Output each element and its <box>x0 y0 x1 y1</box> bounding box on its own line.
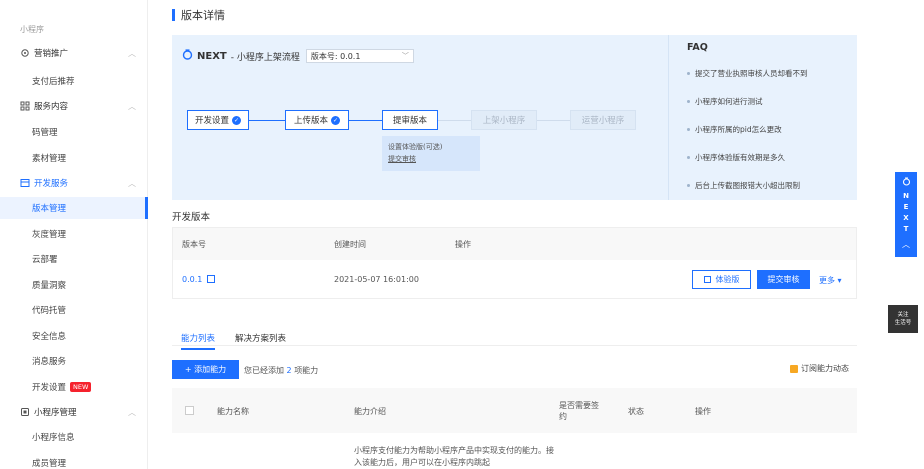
faq-panel: FAQ 提交了营业执照审核人员却看不到 小程序如何进行测试 小程序所属的pid怎… <box>668 35 857 200</box>
new-badge: NEW <box>70 382 92 392</box>
added-count: 2 <box>286 366 292 375</box>
chevron-up-icon: ︿ <box>128 102 136 111</box>
chevron-up-icon: ︿ <box>128 408 136 417</box>
main-content: 版本详情 NEXT - 小程序上架流程 版本号: 0.0.1 ﹀ 开发设置 ✓ 上… <box>148 0 924 469</box>
next-float-button[interactable]: N E X T ︿ <box>895 172 917 257</box>
flow-connector <box>249 120 285 121</box>
review-substeps: 设置体验版(可选) 提交审核 <box>382 136 480 171</box>
sidebar: 小程序 营销推广 ︿ 支付后推荐 服务内容 ︿ 码管理 素材管理 开发服务 ︿ … <box>0 0 148 469</box>
step-operate: 运营小程序 <box>570 110 636 130</box>
created-time: 2021-05-07 16:01:00 <box>334 275 419 284</box>
flow-subtitle: - 小程序上架流程 <box>230 52 300 63</box>
dev-version-title: 开发版本 <box>172 212 211 223</box>
step-dev-settings[interactable]: 开发设置 ✓ <box>187 110 249 130</box>
substep-trial[interactable]: 设置体验版(可选) <box>388 141 474 153</box>
next-logo-icon <box>182 49 193 63</box>
flow-area: NEXT - 小程序上架流程 版本号: 0.0.1 ﹀ 开发设置 ✓ 上传版本 ✓ … <box>172 35 668 200</box>
chevron-up-icon: ︿ <box>902 240 910 249</box>
gear-icon <box>20 48 30 58</box>
sidebar-item-version[interactable]: 版本管理 <box>0 197 148 219</box>
flow-connector <box>349 120 382 121</box>
flow-connector <box>537 120 570 121</box>
flow-connector <box>438 120 471 121</box>
faq-item[interactable]: 后台上传截图报错大小超出限制 <box>687 180 800 191</box>
sidebar-item-cloud[interactable]: 云部署 <box>0 248 148 270</box>
dev-icon <box>20 178 30 188</box>
qrcode-icon[interactable] <box>206 275 215 283</box>
version-number[interactable]: 0.0.1 <box>182 275 215 284</box>
more-dropdown[interactable]: 更多 ▾ <box>819 275 842 286</box>
faq-item[interactable]: 提交了营业执照审核人员却看不到 <box>687 68 808 79</box>
sidebar-item-security[interactable]: 安全信息 <box>0 325 148 347</box>
select-all-checkbox[interactable] <box>185 406 194 415</box>
add-capability-button[interactable]: + 添加能力 <box>172 360 239 379</box>
chevron-up-icon: ︿ <box>128 179 136 188</box>
step-upload[interactable]: 上传版本 ✓ <box>285 110 349 130</box>
submit-review-button[interactable]: 提交审核 <box>757 270 810 289</box>
table-header: 版本号 创建时间 操作 <box>173 228 856 260</box>
grid-icon <box>20 101 30 111</box>
header-sign: 是否需要签约 <box>559 401 599 421</box>
flow-brand: NEXT <box>197 50 227 62</box>
header-desc: 能力介绍 <box>354 407 386 416</box>
sidebar-item-material[interactable]: 素材管理 <box>0 147 148 169</box>
sidebar-group-label: 小程序管理 <box>34 408 77 418</box>
sidebar-group-label: 营销推广 <box>34 49 69 59</box>
faq-item[interactable]: 小程序如何进行测试 <box>687 96 763 107</box>
capability-desc: 小程序支付能力为帮助小程序产品中实现支付的能力。接入该能力后，用户可以在小程序内… <box>354 446 554 467</box>
sidebar-heading: 小程序 <box>20 25 44 34</box>
app-icon <box>20 407 30 417</box>
caret-down-icon: ▾ <box>835 276 842 285</box>
chevron-down-icon: ﹀ <box>401 52 409 60</box>
capability-tabs: 能力列表 解决方案列表 <box>172 326 857 350</box>
header-actions: 操作 <box>695 407 711 416</box>
sidebar-item-gray[interactable]: 灰度管理 <box>0 223 148 245</box>
sidebar-item-pay-recommend[interactable]: 支付后推荐 <box>0 70 148 92</box>
sidebar-group-label: 服务内容 <box>34 102 69 112</box>
header-status: 状态 <box>628 407 644 416</box>
sidebar-item-code[interactable]: 码管理 <box>0 121 148 143</box>
follow-float-button[interactable]: 关注 生活号 <box>888 305 918 333</box>
faq-item[interactable]: 小程序所属的pid怎么更改 <box>687 124 782 135</box>
tab-solutions[interactable]: 解决方案列表 <box>235 332 286 344</box>
version-select[interactable]: 版本号: 0.0.1 ﹀ <box>305 49 414 63</box>
header-version: 版本号 <box>182 240 206 249</box>
page-title: 版本详情 <box>172 7 225 23</box>
sidebar-item-app-info[interactable]: 小程序信息 <box>0 426 148 448</box>
faq-title: FAQ <box>687 42 708 53</box>
rss-icon <box>790 364 798 373</box>
sidebar-group-content[interactable]: 服务内容 ︿ <box>0 96 148 116</box>
sidebar-group-label: 开发服务 <box>34 179 69 189</box>
subscribe-link[interactable]: 订阅能力动态 <box>790 363 849 374</box>
sidebar-group-manage[interactable]: 小程序管理 ︿ <box>0 402 148 422</box>
step-review[interactable]: 提审版本 <box>382 110 438 130</box>
next-float-text: N E X T <box>903 192 909 233</box>
step-launch: 上架小程序 <box>471 110 537 130</box>
check-icon: ✓ <box>331 115 340 125</box>
added-count-text: 您已经添加 2 项能力 <box>244 366 319 375</box>
flow-panel: NEXT - 小程序上架流程 版本号: 0.0.1 ﹀ 开发设置 ✓ 上传版本 ✓ … <box>172 35 857 200</box>
check-icon: ✓ <box>232 115 241 125</box>
sidebar-item-quality[interactable]: 质量洞察 <box>0 274 148 296</box>
substep-submit[interactable]: 提交审核 <box>388 153 474 165</box>
capability-table: 能力名称 能力介绍 是否需要签约 状态 操作 小程序支付能力为帮助小程序产品中实… <box>172 388 857 469</box>
next-logo-icon <box>902 177 911 188</box>
header-created: 创建时间 <box>334 240 366 249</box>
sidebar-item-code-host[interactable]: 代码托管 <box>0 299 148 321</box>
sidebar-item-members[interactable]: 成员管理 <box>0 452 148 469</box>
table-header: 能力名称 能力介绍 是否需要签约 状态 操作 <box>172 388 857 433</box>
sidebar-item-dev-settings[interactable]: 开发设置 NEW <box>0 376 148 398</box>
sidebar-group-dev[interactable]: 开发服务 ︿ <box>0 173 148 193</box>
sidebar-item-message[interactable]: 消息服务 <box>0 350 148 372</box>
trial-version-button[interactable]: 体验版 <box>692 270 751 289</box>
chevron-up-icon: ︿ <box>128 49 136 58</box>
header-name: 能力名称 <box>217 407 249 416</box>
dev-version-table: 版本号 创建时间 操作 0.0.1 2021-05-07 16:01:00 体验… <box>172 227 857 299</box>
header-actions: 操作 <box>455 240 471 249</box>
faq-item[interactable]: 小程序体验版有效期是多久 <box>687 152 785 163</box>
tab-capabilities[interactable]: 能力列表 <box>181 332 216 350</box>
qrcode-icon <box>703 276 711 283</box>
flow-title: NEXT - 小程序上架流程 版本号: 0.0.1 ﹀ <box>182 49 414 63</box>
sidebar-group-marketing[interactable]: 营销推广 ︿ <box>0 43 148 63</box>
